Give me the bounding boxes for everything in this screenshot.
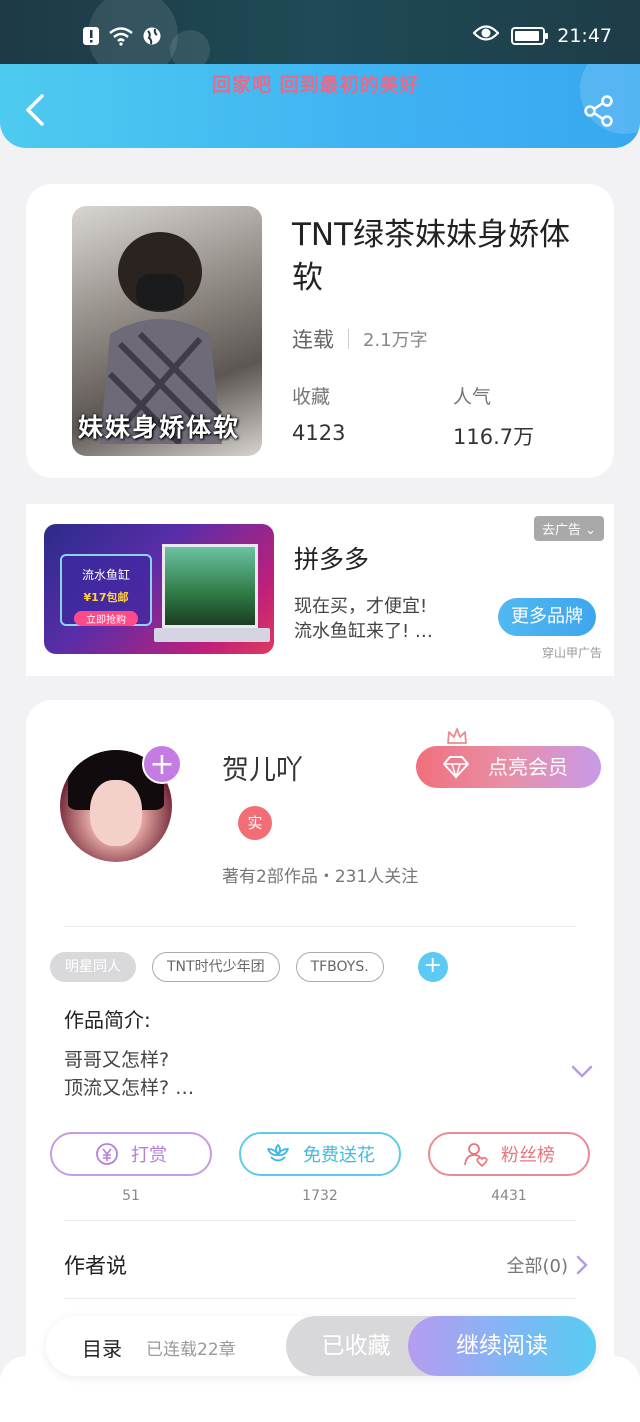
globe-icon (142, 26, 162, 50)
book-cover[interactable]: 妹妹身娇体软 (72, 206, 262, 456)
top-nav: 回家吧 回到最初的美好 (0, 64, 640, 148)
free-flower-button[interactable]: 免费送花 (239, 1132, 401, 1176)
ad-image-price: ¥17包邮 (83, 591, 129, 604)
ad-image-title: 流水鱼缸 (81, 568, 130, 582)
flower-count: 1732 (302, 1188, 338, 1204)
free-flower-label: 免费送花 (303, 1145, 375, 1166)
coin-icon (96, 1143, 118, 1165)
chevron-left-icon (26, 94, 44, 126)
tip-action: 打赏 51 (50, 1132, 212, 1204)
serial-status: 连载 (292, 328, 334, 352)
author-card: + 贺儿吖 实 著有2部作品・231人关注 点亮会员 明星同人 TNT时代少年团… (26, 700, 614, 1400)
divider (64, 1298, 576, 1299)
tip-count: 51 (122, 1188, 140, 1204)
status-bar: 21:47 (0, 0, 640, 80)
book-title: TNT绿茶妹妹身娇体软 (292, 217, 571, 296)
tag-list: 明星同人 TNT时代少年团 TFBOYS. + (50, 952, 448, 982)
flower-icon (267, 1144, 289, 1162)
avatar-face (90, 780, 142, 846)
verified-badge: 实 (238, 806, 272, 840)
back-button[interactable] (22, 92, 52, 128)
intro-line: 顶流又怎样? … (64, 1077, 195, 1099)
popularity-label: 人气 (453, 386, 492, 408)
wifi-icon (108, 26, 134, 50)
ad-brand: 拼多多 (294, 545, 370, 574)
chapter-count: 已连载22章 (146, 1340, 236, 1360)
author-says-all-button[interactable]: 全部(0) (507, 1252, 589, 1278)
divider (64, 1220, 576, 1221)
chevron-down-icon (571, 1065, 593, 1078)
ad-image[interactable]: 流水鱼缸 ¥17包邮 立即抢购 (44, 524, 274, 654)
author-name[interactable]: 贺儿吖 (222, 748, 303, 787)
remove-ad-button[interactable]: 去广告 ⌄ (533, 516, 604, 541)
intro-text: 哥哥又怎样? 顶流又怎样? … (64, 1046, 194, 1102)
clock: 21:47 (557, 24, 612, 47)
fans-count: 4431 (491, 1188, 527, 1204)
add-tag-button[interactable]: + (417, 952, 448, 982)
remove-ad-label: 去广告 (541, 523, 581, 538)
chevron-down-icon: ⌄ (585, 523, 596, 538)
fish-tank-image (162, 544, 258, 628)
author-meta: 著有2部作品・231人关注 (222, 867, 419, 887)
flower-action: 免费送花 1732 (239, 1132, 401, 1204)
battery-icon (511, 26, 549, 45)
intro-heading: 作品简介: (64, 1008, 151, 1032)
tip-button[interactable]: 打赏 (50, 1132, 212, 1176)
ad-card[interactable]: 流水鱼缸 ¥17包邮 立即抢购 拼多多 现在买，才便宜! 流水鱼缸来了! … 去… (26, 504, 614, 676)
bottom-action-bar: 目录 已连载22章 已收藏 继续阅读 (46, 1316, 596, 1376)
fans-action: 粉丝榜 4431 (428, 1132, 590, 1204)
vip-button-label: 点亮会员 (488, 755, 568, 779)
author-says-heading: 作者说 (64, 1254, 127, 1278)
share-button[interactable] (582, 94, 616, 128)
header-marquee: 回家吧 回到最初的美好 (212, 74, 420, 96)
expand-intro-button[interactable] (570, 1064, 594, 1080)
intro-line: 哥哥又怎样? (64, 1049, 170, 1071)
favorites-label: 收藏 (292, 386, 331, 408)
author-says-all-label: 全部(0) (506, 1256, 569, 1277)
crown-icon (447, 728, 467, 744)
status-icons-left (82, 26, 162, 50)
eye-icon (472, 24, 500, 47)
word-count: 2.1万字 (363, 330, 428, 351)
ad-desc-line: 流水鱼缸来了! … (294, 621, 433, 642)
alert-icon (82, 26, 100, 50)
book-status-row: 连载 2.1万字 (292, 324, 428, 354)
favorites-value: 4123 (292, 421, 346, 445)
tag-chip[interactable]: TNT时代少年团 (152, 952, 280, 982)
tag-chip[interactable]: 明星同人 (50, 952, 136, 982)
follow-author-button[interactable]: + (142, 744, 182, 784)
tag-chip[interactable]: TFBOYS. (295, 952, 384, 982)
fans-icon (464, 1143, 488, 1167)
fan-ranking-label: 粉丝榜 (501, 1145, 555, 1166)
cover-title-text: 妹妹身娇体软 (78, 413, 241, 442)
divider (64, 926, 576, 927)
ad-image-button: 立即抢购 (74, 611, 138, 626)
tank-stand-image (154, 628, 270, 642)
ad-description: 现在买，才便宜! 流水鱼缸来了! … (294, 594, 433, 644)
ad-desc-line: 现在买，才便宜! (294, 596, 428, 617)
more-brands-button[interactable]: 更多品牌 (498, 598, 596, 636)
tip-label: 打赏 (131, 1145, 167, 1166)
chevron-right-icon (576, 1255, 588, 1275)
popularity-stat: 人气 116.7万 (453, 382, 534, 451)
divider (348, 329, 349, 349)
status-icons-right: 21:47 (472, 24, 612, 47)
book-info-card: 妹妹身娇体软 TNT绿茶妹妹身娇体软 连载 2.1万字 收藏 4123 人气 1… (26, 184, 614, 478)
vip-membership-button[interactable]: 点亮会员 (416, 746, 601, 788)
share-icon (584, 95, 613, 127)
popularity-value: 116.7万 (453, 425, 535, 449)
ad-image-panel: 流水鱼缸 ¥17包邮 立即抢购 (60, 554, 152, 626)
table-of-contents-button[interactable]: 目录 (82, 1333, 122, 1362)
ad-source-label: 穿山甲广告 (541, 646, 602, 660)
favorites-stat: 收藏 4123 (292, 382, 345, 445)
fan-ranking-button[interactable]: 粉丝榜 (428, 1132, 590, 1176)
diamond-icon (443, 756, 469, 779)
continue-reading-button[interactable]: 继续阅读 (408, 1316, 596, 1376)
action-row: 打赏 51 免费送花 1732 粉丝榜 4431 (50, 1132, 590, 1204)
